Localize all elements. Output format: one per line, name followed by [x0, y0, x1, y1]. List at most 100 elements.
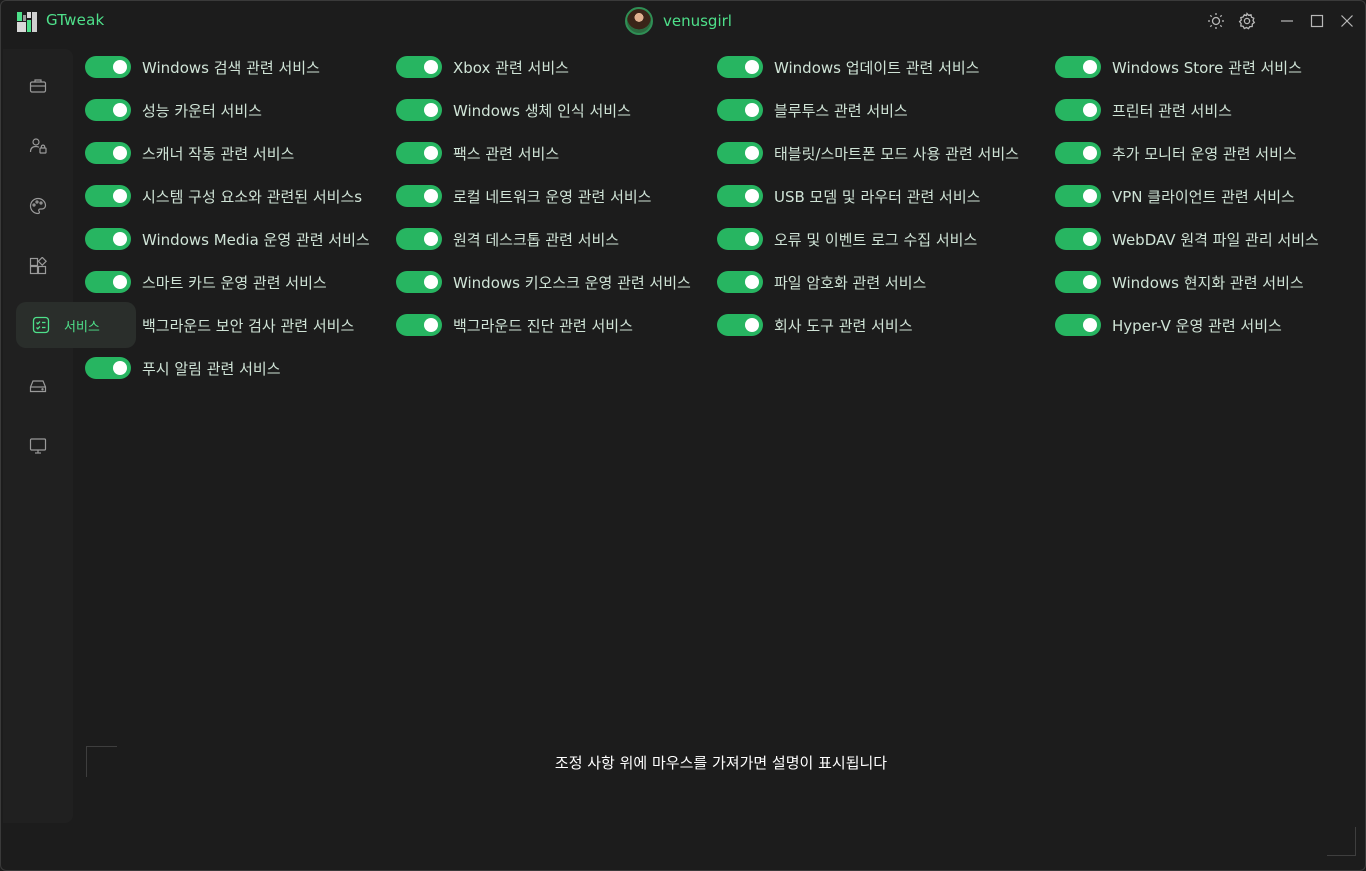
service-toggle-row[interactable]: 원격 데스크톱 관련 서비스: [396, 227, 619, 251]
service-toggle-row[interactable]: WebDAV 원격 파일 관리 서비스: [1055, 227, 1319, 251]
service-toggle-row[interactable]: 시스템 구성 요소와 관련된 서비스s: [85, 184, 362, 208]
service-toggle-row[interactable]: VPN 클라이언트 관련 서비스: [1055, 184, 1295, 208]
service-label: 백그라운드 보안 검사 관련 서비스: [142, 316, 355, 335]
toggle-switch[interactable]: [1055, 271, 1101, 293]
service-label: 오류 및 이벤트 로그 수집 서비스: [774, 230, 978, 249]
toggle-switch[interactable]: [85, 142, 131, 164]
service-toggle-row[interactable]: Windows 검색 관련 서비스: [85, 55, 320, 79]
toggle-switch[interactable]: [85, 99, 131, 121]
toggle-switch[interactable]: [396, 185, 442, 207]
toggle-switch[interactable]: [396, 142, 442, 164]
service-label: 팩스 관련 서비스: [453, 144, 560, 163]
service-toggle-row[interactable]: Windows 업데이트 관련 서비스: [717, 55, 979, 79]
minimize-icon: [1281, 20, 1293, 22]
service-toggle-row[interactable]: 오류 및 이벤트 로그 수집 서비스: [717, 227, 977, 251]
theme-toggle-button[interactable]: [1206, 11, 1226, 31]
service-label: 성능 카운터 서비스: [142, 101, 262, 120]
toggle-switch[interactable]: [1055, 56, 1101, 78]
service-toggle-row[interactable]: 성능 카운터 서비스: [85, 98, 262, 122]
service-toggle-row[interactable]: 태블릿/스마트폰 모드 사용 관련 서비스: [717, 141, 1019, 165]
apps-grid-icon: [29, 257, 47, 275]
toggle-switch[interactable]: [1055, 142, 1101, 164]
toggle-switch[interactable]: [717, 314, 763, 336]
toggle-switch[interactable]: [396, 314, 442, 336]
app-window: GTweak venusgirl 서비스 Windows 검색 관련 서비스 성…: [0, 0, 1366, 871]
gear-icon: [1238, 12, 1256, 30]
avatar[interactable]: [625, 7, 653, 35]
user-profile[interactable]: venusgirl: [625, 5, 732, 37]
service-label: 추가 모니터 운영 관련 서비스: [1112, 144, 1297, 163]
service-label: Windows 업데이트 관련 서비스: [774, 58, 980, 77]
app-logo-icon: [17, 12, 37, 32]
service-toggle-row[interactable]: 스캐너 작동 관련 서비스: [85, 141, 294, 165]
toggle-switch[interactable]: [85, 228, 131, 250]
service-label: WebDAV 원격 파일 관리 서비스: [1112, 230, 1319, 249]
toggle-switch[interactable]: [396, 56, 442, 78]
toggle-switch[interactable]: [396, 99, 442, 121]
toggle-switch[interactable]: [85, 271, 131, 293]
maximize-icon: [1310, 14, 1324, 28]
sidebar-item-services[interactable]: 서비스: [16, 302, 136, 348]
toggle-switch[interactable]: [396, 228, 442, 250]
service-toggle-row[interactable]: Windows Media 운영 관련 서비스: [85, 227, 370, 251]
service-label: 프린터 관련 서비스: [1112, 101, 1232, 120]
settings-button[interactable]: [1237, 11, 1257, 31]
description-text: 조정 사항 위에 마우스를 가져가면 설명이 표시됩니다: [554, 754, 888, 772]
service-label: Hyper-V 운영 관련 서비스: [1112, 316, 1282, 335]
service-toggle-row[interactable]: 로컬 네트워크 운영 관련 서비스: [396, 184, 651, 208]
close-button[interactable]: [1337, 11, 1357, 31]
service-toggle-row[interactable]: 푸시 알림 관련 서비스: [85, 356, 281, 380]
service-label: 로컬 네트워크 운영 관련 서비스: [453, 187, 652, 206]
toggle-switch[interactable]: [85, 357, 131, 379]
toggle-switch[interactable]: [717, 56, 763, 78]
sidebar-item-more[interactable]: [3, 424, 73, 468]
service-label: 푸시 알림 관련 서비스: [142, 359, 281, 378]
service-toggle-row[interactable]: Windows 생체 인식 서비스: [396, 98, 631, 122]
toggle-switch[interactable]: [717, 228, 763, 250]
toggle-switch[interactable]: [717, 271, 763, 293]
service-toggle-row[interactable]: USB 모뎀 및 라우터 관련 서비스: [717, 184, 980, 208]
title-bar[interactable]: GTweak venusgirl: [1, 1, 1365, 41]
toggle-switch[interactable]: [717, 185, 763, 207]
toggle-switch[interactable]: [1055, 99, 1101, 121]
sidebar-item-confidentiality[interactable]: [3, 64, 73, 108]
toggle-switch[interactable]: [1055, 185, 1101, 207]
app-title: GTweak: [46, 11, 105, 29]
sidebar-item-privacy[interactable]: [3, 124, 73, 168]
service-toggle-row[interactable]: 추가 모니터 운영 관련 서비스: [1055, 141, 1297, 165]
toggle-switch[interactable]: [396, 271, 442, 293]
service-toggle-row[interactable]: 파일 암호화 관련 서비스: [717, 270, 926, 294]
service-label: 파일 암호화 관련 서비스: [774, 273, 927, 292]
sidebar-item-system[interactable]: [3, 364, 73, 408]
toggle-switch[interactable]: [85, 56, 131, 78]
service-toggle-row[interactable]: 블루투스 관련 서비스: [717, 98, 908, 122]
toggle-switch[interactable]: [85, 185, 131, 207]
minimize-button[interactable]: [1277, 11, 1297, 31]
service-toggle-row[interactable]: 스마트 카드 운영 관련 서비스: [85, 270, 327, 294]
close-icon: [1341, 15, 1353, 27]
maximize-button[interactable]: [1307, 11, 1327, 31]
sidebar-item-interface[interactable]: [3, 184, 73, 228]
service-toggle-row[interactable]: 팩스 관련 서비스: [396, 141, 559, 165]
toggle-switch[interactable]: [717, 99, 763, 121]
resize-grip[interactable]: [1327, 827, 1356, 856]
service-toggle-row[interactable]: 회사 도구 관련 서비스: [717, 313, 913, 337]
service-label: 스캐너 작동 관련 서비스: [142, 144, 295, 163]
toggle-switch[interactable]: [717, 142, 763, 164]
toggle-switch[interactable]: [1055, 314, 1101, 336]
monitor-icon: [29, 438, 47, 454]
toggle-switch[interactable]: [1055, 228, 1101, 250]
service-label: USB 모뎀 및 라우터 관련 서비스: [774, 187, 981, 206]
service-toggle-row[interactable]: Xbox 관련 서비스: [396, 55, 569, 79]
service-toggle-row[interactable]: 프린터 관련 서비스: [1055, 98, 1232, 122]
service-toggle-row[interactable]: Windows Store 관련 서비스: [1055, 55, 1302, 79]
service-toggle-row[interactable]: 백그라운드 진단 관련 서비스: [396, 313, 633, 337]
service-toggle-row[interactable]: Windows 현지화 관련 서비스: [1055, 270, 1304, 294]
service-label: Windows 키오스크 운영 관련 서비스: [453, 273, 691, 292]
service-label: Windows Store 관련 서비스: [1112, 58, 1302, 77]
service-label: 태블릿/스마트폰 모드 사용 관련 서비스: [774, 144, 1019, 163]
service-toggle-row[interactable]: Windows 키오스크 운영 관련 서비스: [396, 270, 691, 294]
service-label: 시스템 구성 요소와 관련된 서비스s: [142, 187, 363, 206]
sidebar-item-packages[interactable]: [3, 244, 73, 288]
service-toggle-row[interactable]: Hyper-V 운영 관련 서비스: [1055, 313, 1282, 337]
